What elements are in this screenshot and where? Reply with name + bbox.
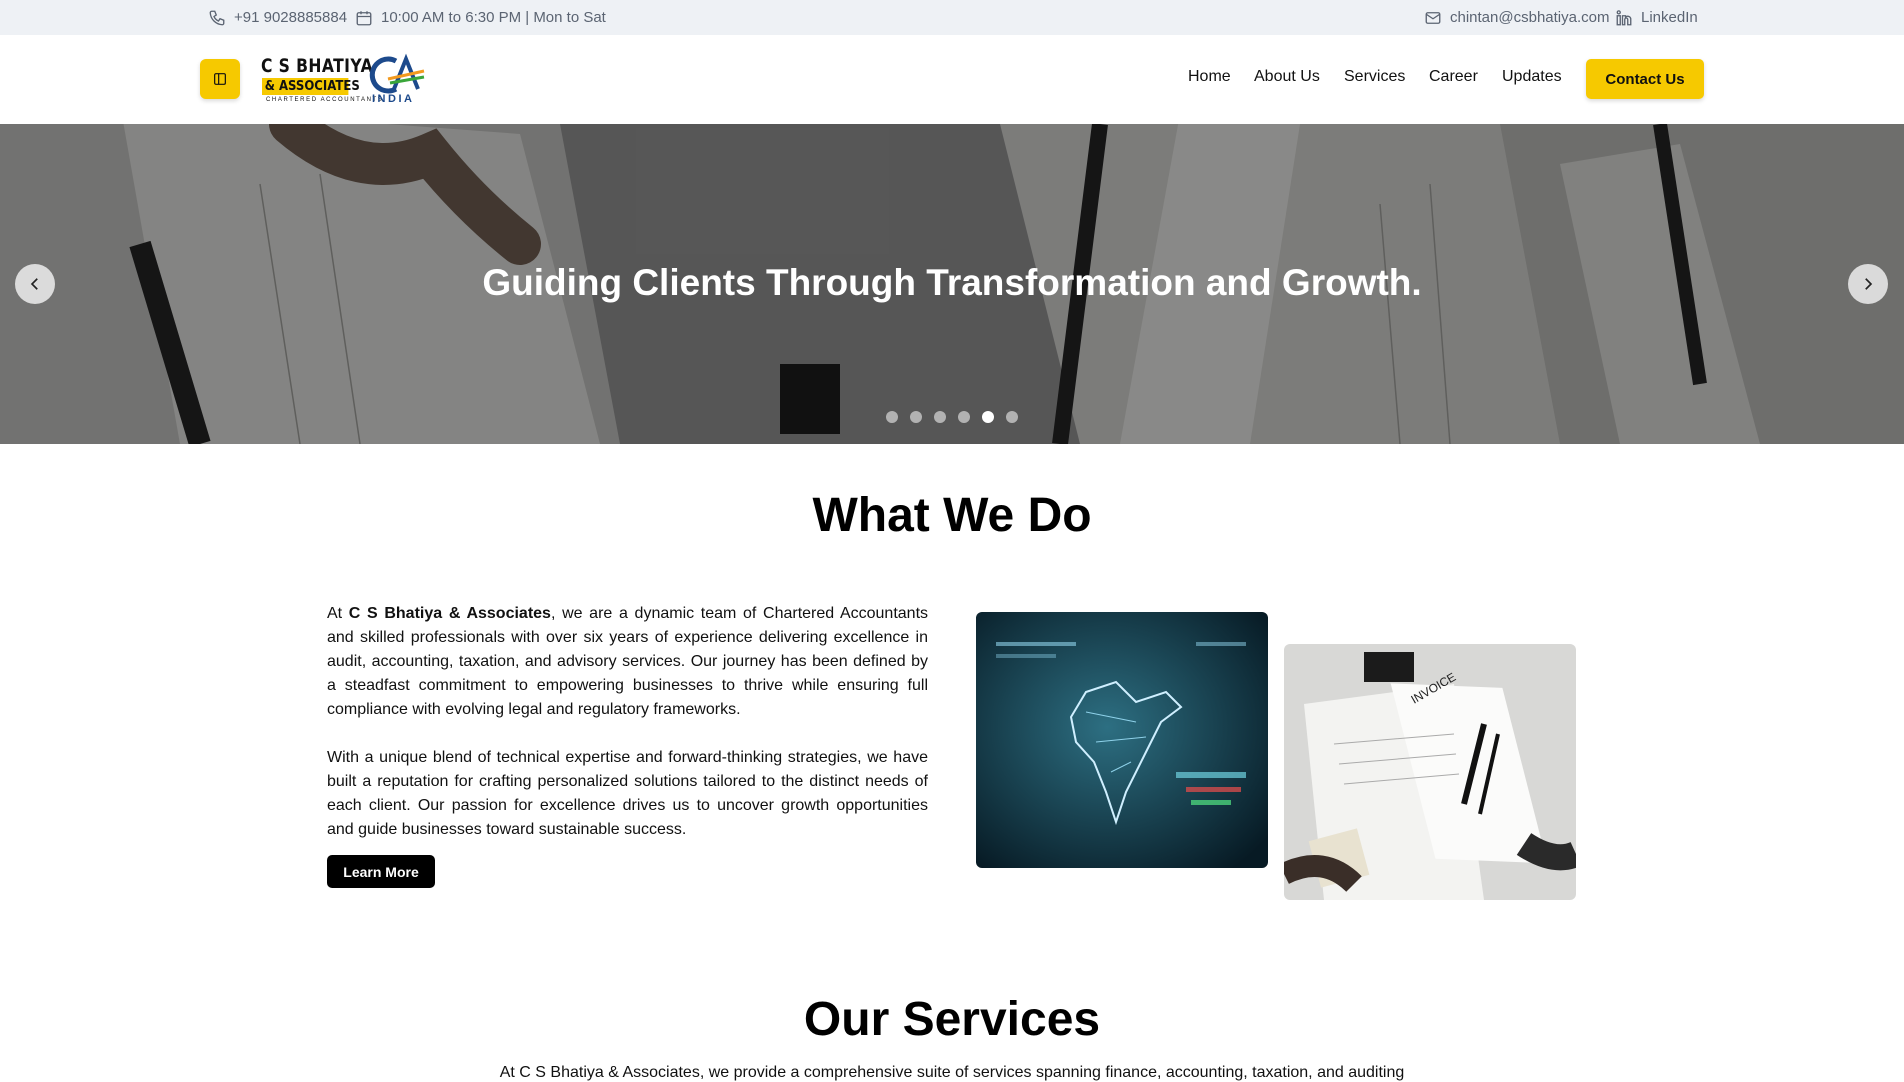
carousel-next-button[interactable] (1848, 264, 1888, 304)
contact-us-button[interactable]: Contact Us (1586, 59, 1704, 99)
nav-home[interactable]: Home (1188, 68, 1231, 86)
logo-india-text: INDIA (372, 93, 415, 105)
linkedin-link[interactable]: LinkedIn (1615, 0, 1698, 35)
our-services-heading: Our Services (803, 993, 1101, 1046)
carousel-dot-4[interactable] (958, 411, 970, 423)
linkedin-icon (1616, 9, 1632, 25)
para1-prefix: At (327, 605, 349, 622)
phone-contact[interactable]: +91 9028885884 (208, 0, 347, 35)
company-name-bold: C S Bhatiya & Associates (348, 605, 551, 622)
india-map-image (976, 612, 1268, 868)
linkedin-label: LinkedIn (1641, 9, 1698, 26)
sidebar-toggle-button[interactable] (200, 59, 240, 99)
carousel-dot-5[interactable] (982, 411, 994, 423)
nav-career[interactable]: Career (1429, 68, 1478, 86)
nav-updates[interactable]: Updates (1502, 68, 1562, 86)
nav-about-us[interactable]: About Us (1254, 68, 1320, 86)
business-hours: 10:00 AM to 6:30 PM | Mon to Sat (355, 0, 606, 35)
india-map-graphic (976, 612, 1268, 868)
about-description: At C S Bhatiya & Associates, we are a dy… (327, 602, 928, 866)
logo-line-1: C S BHATIYA (261, 55, 374, 77)
carousel-indicators (886, 411, 1018, 423)
about-paragraph-1: At C S Bhatiya & Associates, we are a dy… (327, 602, 928, 722)
carousel-dot-6[interactable] (1006, 411, 1018, 423)
site-header: C S BHATIYA & ASSOCIATES CHARTERED ACCOU… (0, 35, 1904, 124)
carousel-prev-button[interactable] (15, 264, 55, 304)
what-we-do-heading: What We Do (812, 489, 1092, 542)
sidebar-icon (214, 73, 226, 85)
hero-carousel: Guiding Clients Through Transformation a… (0, 124, 1904, 444)
invoice-documents-image: INVOICE (1284, 644, 1576, 900)
invoice-graphic: INVOICE (1284, 644, 1576, 900)
learn-more-button[interactable]: Learn More (327, 855, 435, 888)
email-contact[interactable]: chintan@csbhatiya.com (1424, 0, 1609, 35)
hours-text: 10:00 AM to 6:30 PM | Mon to Sat (381, 9, 606, 26)
calendar-icon (356, 10, 372, 25)
chevron-right-icon (1865, 278, 1873, 290)
carousel-dot-3[interactable] (934, 411, 946, 423)
mail-icon (1425, 11, 1441, 24)
company-logo[interactable]: C S BHATIYA & ASSOCIATES CHARTERED ACCOU… (260, 53, 430, 105)
carousel-dot-1[interactable] (886, 411, 898, 423)
hero-headline: Guiding Clients Through Transformation a… (482, 262, 1422, 303)
services-intro-text: At C S Bhatiya & Associates, we provide … (499, 1064, 1405, 1081)
phone-number: +91 9028885884 (234, 9, 348, 26)
about-paragraph-2: With a unique blend of technical experti… (327, 749, 928, 838)
chevron-left-icon (30, 278, 38, 290)
top-info-bar: +91 9028885884 10:00 AM to 6:30 PM | Mon… (0, 0, 1904, 35)
carousel-dot-2[interactable] (910, 411, 922, 423)
nav-services[interactable]: Services (1344, 68, 1405, 86)
phone-icon (209, 10, 225, 25)
email-address: chintan@csbhatiya.com (1450, 9, 1610, 26)
logo-line-2: & ASSOCIATES (262, 78, 360, 95)
